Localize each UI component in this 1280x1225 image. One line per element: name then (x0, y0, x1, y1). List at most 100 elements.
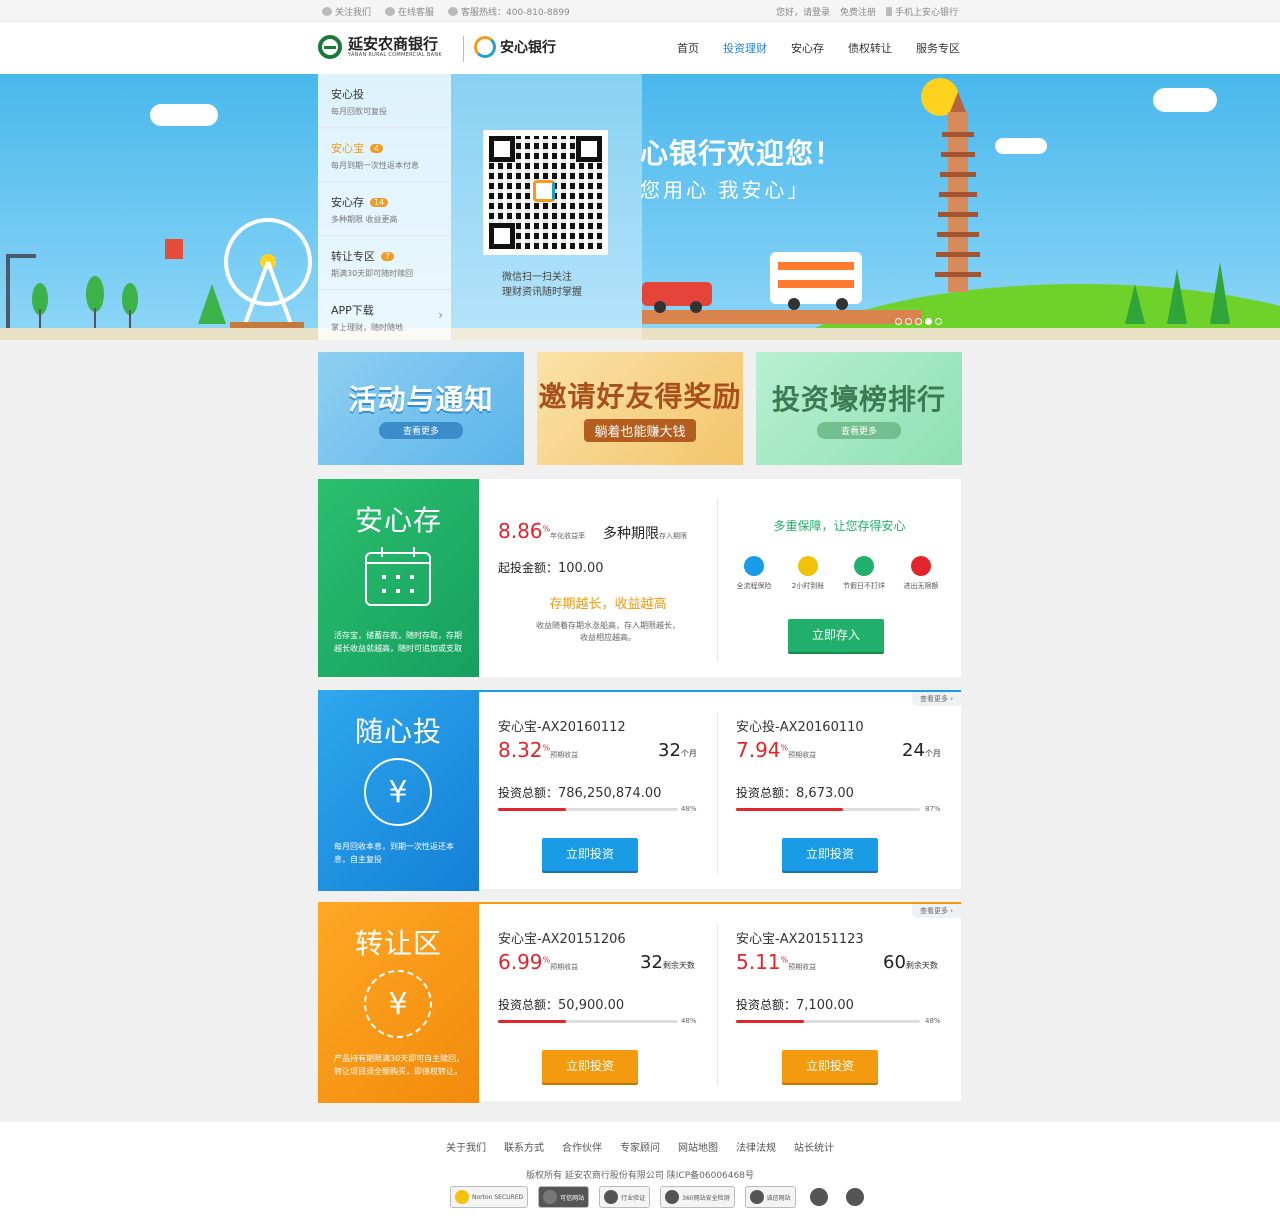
product-total: 投资总额：786,250,874.00 (498, 782, 708, 801)
rate-value: 5.11 (736, 950, 781, 974)
nav-home[interactable]: 首页 (677, 40, 699, 56)
police-badge[interactable] (806, 1186, 832, 1208)
trusted-site-badge[interactable]: 可信网站 (538, 1186, 590, 1208)
progress-fill (498, 1020, 567, 1023)
feature-label: 全流程保险 (736, 582, 772, 590)
invest-now-button[interactable]: 立即投资 (782, 1050, 878, 1083)
invest-now-button[interactable]: 立即投资 (542, 1050, 638, 1083)
gov-badge[interactable] (842, 1186, 868, 1208)
side-menu-desc: 多种期限 收益更高 (331, 215, 398, 224)
feature-label: 节假日不打烊 (843, 582, 885, 590)
qr-caption-line2: 理财资讯随时掌握 (502, 287, 582, 298)
checkmark-icon (455, 1190, 469, 1204)
invest-now-button[interactable]: 立即投资 (782, 838, 878, 871)
gov-emblem-icon (845, 1188, 864, 1206)
promo-activities[interactable]: 活动与通知 查看更多 (318, 352, 524, 465)
feature-holiday: 节假日不打烊 (834, 556, 894, 591)
side-menu-item-app[interactable]: APP下载 掌上理财，随时随地 › (318, 290, 451, 340)
side-menu-item-anxintou[interactable]: 安心投 每月回款可复投 (318, 74, 451, 128)
anxincun-header: 安心存 活存宝，储蓄存款，随时存取，存期越长收益就越高，随时可追加或支取 (318, 479, 479, 677)
product-term: 24个月 (902, 740, 972, 761)
hotline-label: 客服热线：400-810-8899 (461, 8, 570, 18)
count-badge: 14 (370, 198, 389, 207)
footer-link-experts[interactable]: 专家顾问 (620, 1139, 660, 1154)
term-value: 24 (902, 740, 925, 761)
total-value: 8,673.00 (796, 786, 854, 801)
side-menu-item-anxincun[interactable]: 安心存 14 多种期限 收益更高 (318, 182, 451, 236)
side-menu-name: 转让专区 (331, 250, 375, 263)
yanan-bank-logo[interactable]: 延安农商银行 YANAN RURAL COMMERCIAL BANK (318, 35, 442, 59)
footer-links: 关于我们 联系方式 合作伙伴 专家顾问 网站地图 法律法规 站长统计 (0, 1139, 1280, 1154)
carousel-dot-active[interactable] (925, 318, 932, 325)
qr-caption-line1: 微信扫一扫关注 (502, 272, 572, 283)
online-service-link[interactable]: 在线客服 (385, 5, 434, 18)
divider (717, 712, 718, 874)
carousel-dot[interactable] (935, 318, 942, 325)
follow-link[interactable]: 关注我们 (322, 5, 371, 18)
register-link[interactable]: 免费注册 (840, 5, 876, 18)
footer-link-stats[interactable]: 站长统计 (794, 1139, 834, 1154)
suixintou-panel: 随心投 ¥ 每月回收本息，到期一次性返还本息，自主复投 查看更多 › 安心宝-A… (318, 690, 961, 891)
side-menu-name: 安心宝 (331, 142, 364, 155)
note-line2: 收益相应越高。 (580, 633, 636, 642)
view-more-link[interactable]: 查看更多 › (911, 692, 961, 706)
login-link[interactable]: 您好，请登录 (776, 5, 830, 18)
footer-link-partners[interactable]: 合作伙伴 (562, 1139, 602, 1154)
badge-label: 可信网站 (560, 1194, 585, 1202)
magnifier-icon (665, 1190, 680, 1204)
v-shield-icon (604, 1190, 619, 1204)
norton-badge[interactable]: Norton SECURED (450, 1186, 529, 1208)
product-term: 60剩余天数 (883, 952, 963, 973)
industry-verify-badge[interactable]: 行业验证 (599, 1186, 651, 1208)
rate-value: 7.94 (736, 738, 781, 762)
footer-link-about[interactable]: 关于我们 (446, 1139, 486, 1154)
yuan-coin-icon (798, 556, 818, 576)
progress-bar (736, 808, 920, 811)
nav-debt-transfer[interactable]: 债权转让 (848, 40, 892, 56)
qr-caption: 微信扫一扫关注 理财资讯随时掌握 (502, 270, 582, 300)
feature-label: 进出无限额 (903, 582, 939, 590)
park-illustration (6, 218, 312, 334)
hero-banner[interactable]: 安心投 每月回款可复投 安心宝 4 每月到期一次性返本付息 安心存 14 多种期限 … (0, 74, 1280, 340)
police-shield-icon (809, 1188, 828, 1206)
deposit-now-button[interactable]: 立即存入 (788, 619, 884, 652)
suixintou-header: 随心投 ¥ 每月回收本息，到期一次性返还本息，自主复投 (318, 690, 479, 891)
tree-shape (1167, 269, 1187, 324)
anxincun-panel: 安心存 活存宝，储蓄存款，随时存取，存期越长收益就越高，随时可追加或支取 8.8… (318, 479, 961, 677)
side-menu-desc: 每月回款可复投 (331, 107, 387, 116)
nav-investment[interactable]: 投资理财 (723, 40, 767, 56)
side-menu-item-anxinbao[interactable]: 安心宝 4 每月到期一次性返本付息 (318, 128, 451, 182)
security-360-badge[interactable]: 360网站安全检测 (660, 1186, 735, 1208)
side-menu-desc: 期满30天即可随时赎回 (331, 269, 414, 278)
banner-welcome-text: 心银行欢迎您！ (640, 137, 844, 170)
product-card: 安心投-AX20160110 (736, 716, 946, 735)
promo-ranking[interactable]: 投资壕榜排行 查看更多 (756, 352, 962, 465)
footer-link-contact[interactable]: 联系方式 (504, 1139, 544, 1154)
hotline: 客服热线：400-810-8899 (448, 5, 570, 18)
promo-invite[interactable]: 邀请好友得奖励 躺着也能赚大钱 (537, 352, 743, 465)
side-menu-name: 安心存 (331, 196, 364, 209)
anxin-bank-logo[interactable]: 安心银行 (474, 36, 556, 58)
mobile-link[interactable]: 手机上安心银行 (885, 5, 958, 18)
invest-now-button[interactable]: 立即投资 (542, 838, 638, 871)
integrity-badge[interactable]: 诚信网站 (744, 1186, 796, 1208)
phone-icon (885, 7, 892, 16)
nav-service[interactable]: 服务专区 (916, 40, 960, 56)
side-menu-item-transfer[interactable]: 转让专区 7 期满30天即可随时赎回 (318, 236, 451, 290)
banner-slogan-text: 您用心 我安心」 (640, 178, 811, 202)
header: 延安农商银行 YANAN RURAL COMMERCIAL BANK 安心银行 … (0, 22, 1280, 74)
carousel-dot[interactable] (915, 318, 922, 325)
side-menu-desc: 每月到期一次性返本付息 (331, 161, 419, 170)
product-side-menu: 安心投 每月回款可复投 安心宝 4 每月到期一次性返本付息 安心存 14 多种期限 … (318, 74, 451, 340)
online-service-label: 在线客服 (398, 8, 435, 18)
rate-label: 年化收益率 (550, 532, 586, 540)
view-more-link[interactable]: 查看更多 › (911, 904, 961, 918)
carousel-dot[interactable] (905, 318, 912, 325)
carousel-dot[interactable] (895, 318, 902, 325)
nav-anxincun[interactable]: 安心存 (791, 40, 824, 56)
bank-emblem-icon (318, 35, 342, 59)
footer-link-laws[interactable]: 法律法规 (736, 1139, 776, 1154)
promo-more-button[interactable]: 查看更多 (816, 422, 901, 439)
promo-more-button[interactable]: 查看更多 (378, 422, 463, 439)
footer-link-sitemap[interactable]: 网站地图 (678, 1139, 718, 1154)
